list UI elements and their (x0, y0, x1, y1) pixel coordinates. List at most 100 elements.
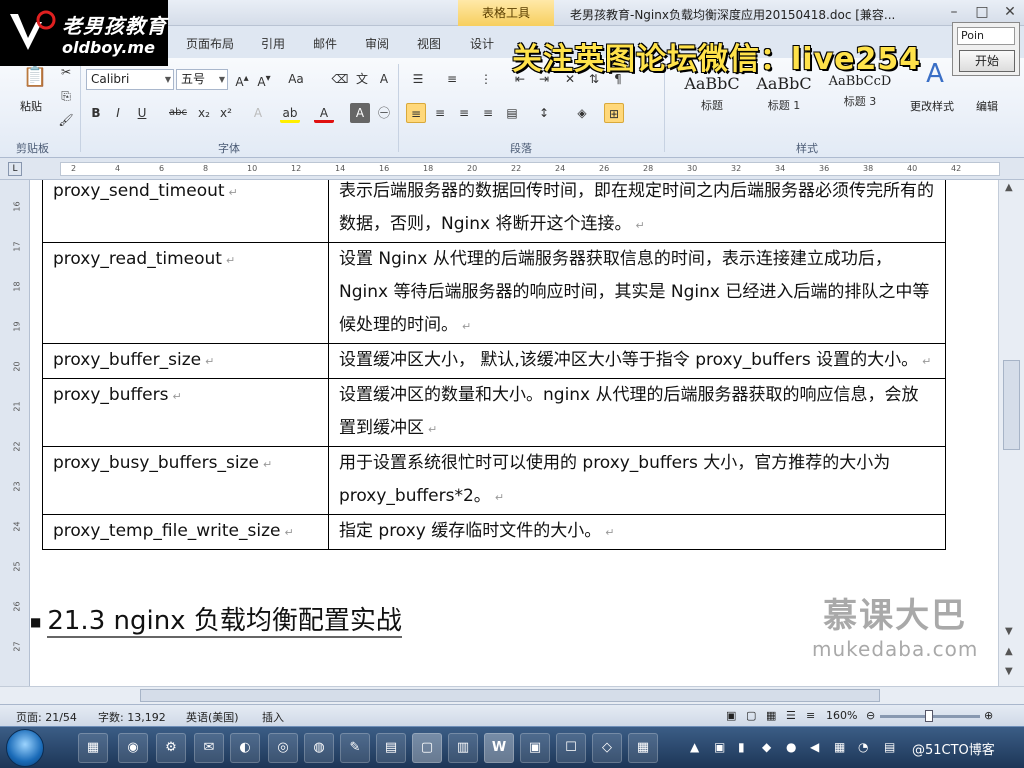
view-outline-icon[interactable]: ☰ (786, 709, 796, 722)
zoom-slider-thumb[interactable] (925, 710, 933, 722)
tray-icon[interactable]: ▤ (884, 740, 895, 754)
text-effects-icon[interactable]: A (248, 103, 268, 123)
taskbar-app-icon[interactable]: ▦ (78, 733, 108, 763)
tray-icon[interactable]: ◆ (762, 740, 771, 754)
bullets-icon[interactable]: ☰ (408, 69, 428, 89)
view-fullscreen-icon[interactable]: ▢ (746, 709, 756, 722)
multilevel-list-icon[interactable]: ⋮ (476, 69, 496, 89)
tray-icon[interactable]: ▲ (690, 740, 699, 754)
enclose-char-icon[interactable]: ㊀ (374, 103, 394, 123)
change-styles-label[interactable]: 更改样式 (910, 98, 954, 114)
param-name-cell[interactable]: proxy_send_timeout ↵ (42, 180, 329, 243)
tray-icon[interactable]: ▣ (714, 740, 725, 754)
align-left-icon[interactable]: ≡ (406, 103, 426, 123)
edit-label[interactable]: 编辑 (976, 98, 998, 114)
taskbar-app-icon[interactable]: ◇ (592, 733, 622, 763)
tray-icon[interactable]: ◔ (858, 740, 868, 754)
firefox-icon[interactable]: ◐ (230, 733, 260, 763)
maximize-icon[interactable]: □ (970, 2, 994, 22)
taskbar-app-icon[interactable]: ◉ (118, 733, 148, 763)
taskbar-app-icon[interactable]: ✎ (340, 733, 370, 763)
tab-view[interactable]: 视图 (417, 35, 441, 52)
vertical-scroll-thumb[interactable] (1003, 360, 1020, 450)
tray-icon[interactable]: ● (786, 740, 796, 754)
align-center-icon[interactable]: ≡ (430, 103, 450, 123)
taskbar-app-icon[interactable]: ⚙ (156, 733, 186, 763)
taskbar-app-icon[interactable]: ◎ (268, 733, 298, 763)
copy-icon[interactable]: ⎘ (56, 86, 76, 106)
taskbar-app-icon[interactable]: ▣ (520, 733, 550, 763)
grow-font-icon[interactable]: A▴ (232, 69, 252, 89)
status-language[interactable]: 英语(美国) (186, 709, 239, 725)
taskbar-app-icon[interactable]: ▦ (628, 733, 658, 763)
status-word-count[interactable]: 字数: 13,192 (98, 709, 166, 725)
tab-design[interactable]: 设计 (470, 35, 494, 52)
align-right-icon[interactable]: ≡ (454, 103, 474, 123)
prev-page-icon[interactable]: ▲ (1005, 646, 1013, 657)
scroll-down-icon[interactable]: ▼ (1005, 626, 1013, 637)
network-icon[interactable]: ▮ (738, 740, 745, 754)
change-styles-icon[interactable]: A (920, 61, 950, 94)
param-name-cell[interactable]: proxy_temp_file_write_size ↵ (42, 514, 329, 550)
underline-icon[interactable]: U (132, 103, 152, 123)
char-shading-icon[interactable]: A (350, 103, 370, 123)
word-icon[interactable]: W (484, 733, 514, 763)
taskbar-app-icon[interactable]: ✉ (194, 733, 224, 763)
popup-input[interactable]: Poin (957, 27, 1015, 45)
tab-mailings[interactable]: 邮件 (313, 35, 337, 52)
format-painter-icon[interactable]: 🖌 (56, 110, 76, 130)
tab-references[interactable]: 引用 (261, 35, 285, 52)
chrome-icon[interactable]: ◍ (304, 733, 334, 763)
tray-icon[interactable]: ▦ (834, 740, 845, 754)
taskbar-app-icon[interactable]: ☐ (556, 733, 586, 763)
strikethrough-icon[interactable]: abc (168, 103, 188, 123)
status-zoom[interactable]: 160% (826, 709, 857, 722)
horizontal-ruler[interactable]: L 2 4 6 8 10 12 14 16 18 20 22 24 26 28 30 32 34 36 38 40 42 (0, 158, 1024, 180)
param-desc-cell[interactable]: 用于设置系统很忙时可以使用的 proxy_buffers 大小，官方推荐的大小为… (328, 446, 946, 515)
view-web-icon[interactable]: ▦ (766, 709, 776, 722)
bold-icon[interactable]: B (86, 103, 106, 123)
status-insert-mode[interactable]: 插入 (262, 709, 284, 725)
highlight-icon[interactable]: ab (280, 103, 300, 123)
subscript-icon[interactable]: x₂ (194, 103, 214, 123)
horizontal-scrollbar[interactable] (0, 686, 1024, 704)
change-case-icon[interactable]: Aa (286, 69, 306, 89)
font-size-combo[interactable]: 五号 ▼ (176, 69, 228, 90)
param-desc-cell[interactable]: 设置缓冲区的数量和大小。nginx 从代理的后端服务器获取的响应信息，会放置到缓… (328, 378, 946, 447)
distributed-icon[interactable]: ▤ (502, 103, 522, 123)
numbering-icon[interactable]: ≡ (442, 69, 462, 89)
superscript-icon[interactable]: x² (216, 103, 236, 123)
param-desc-cell[interactable]: 设置缓冲区大小， 默认,该缓冲区大小等于指令 proxy_buffers 设置的… (328, 343, 946, 379)
scroll-up-icon[interactable]: ▲ (1005, 182, 1013, 193)
vertical-scrollbar[interactable]: ▲ ▼ ▲ ▼ (998, 180, 1024, 686)
italic-icon[interactable]: I (108, 103, 128, 123)
shrink-font-icon[interactable]: A▾ (254, 69, 274, 89)
start-button[interactable]: 开始 (959, 50, 1015, 72)
font-color-icon[interactable]: A (314, 103, 334, 123)
next-page-icon[interactable]: ▼ (1005, 666, 1013, 677)
param-name-cell[interactable]: proxy_busy_buffers_size ↵ (42, 446, 329, 515)
taskbar-app-icon[interactable]: ▢ (412, 733, 442, 763)
line-spacing-icon[interactable]: ↕ (534, 103, 554, 123)
zoom-out-icon[interactable]: ⊖ (866, 709, 875, 722)
tab-review[interactable]: 审阅 (365, 35, 389, 52)
section-heading[interactable]: ■ 21.3 nginx 负载均衡配置实战 (30, 600, 402, 638)
justify-icon[interactable]: ≡ (478, 103, 498, 123)
minimize-icon[interactable]: – (942, 2, 966, 22)
param-name-cell[interactable]: proxy_buffer_size ↵ (42, 343, 329, 379)
param-desc-cell[interactable]: 设置 Nginx 从代理的后端服务器获取信息的时间，表示连接建立成功后，Ngin… (328, 242, 946, 344)
paste-label[interactable]: 粘贴 (20, 98, 42, 114)
tab-stop-icon[interactable]: L (8, 162, 22, 176)
char-border-icon[interactable]: A (374, 69, 394, 89)
zoom-in-icon[interactable]: ⊕ (984, 709, 993, 722)
vertical-ruler[interactable]: 16 17 18 19 20 21 22 23 24 25 26 27 (0, 180, 30, 686)
param-name-cell[interactable]: proxy_read_timeout ↵ (42, 242, 329, 344)
font-name-combo[interactable]: Calibri ▼ (86, 69, 174, 90)
clear-format-icon[interactable]: ⌫ (330, 69, 350, 89)
volume-icon[interactable]: ◀ (810, 740, 819, 754)
param-desc-cell[interactable]: 表示后端服务器的数据回传时间，即在规定时间之内后端服务器必须传完所有的数据，否则… (328, 180, 946, 243)
status-page[interactable]: 页面: 21/54 (16, 709, 77, 725)
paste-icon[interactable]: 📋 (22, 66, 48, 96)
param-desc-cell[interactable]: 指定 proxy 缓存临时文件的大小。 ↵ (328, 514, 946, 550)
phonetic-guide-icon[interactable]: 文 (352, 69, 372, 89)
